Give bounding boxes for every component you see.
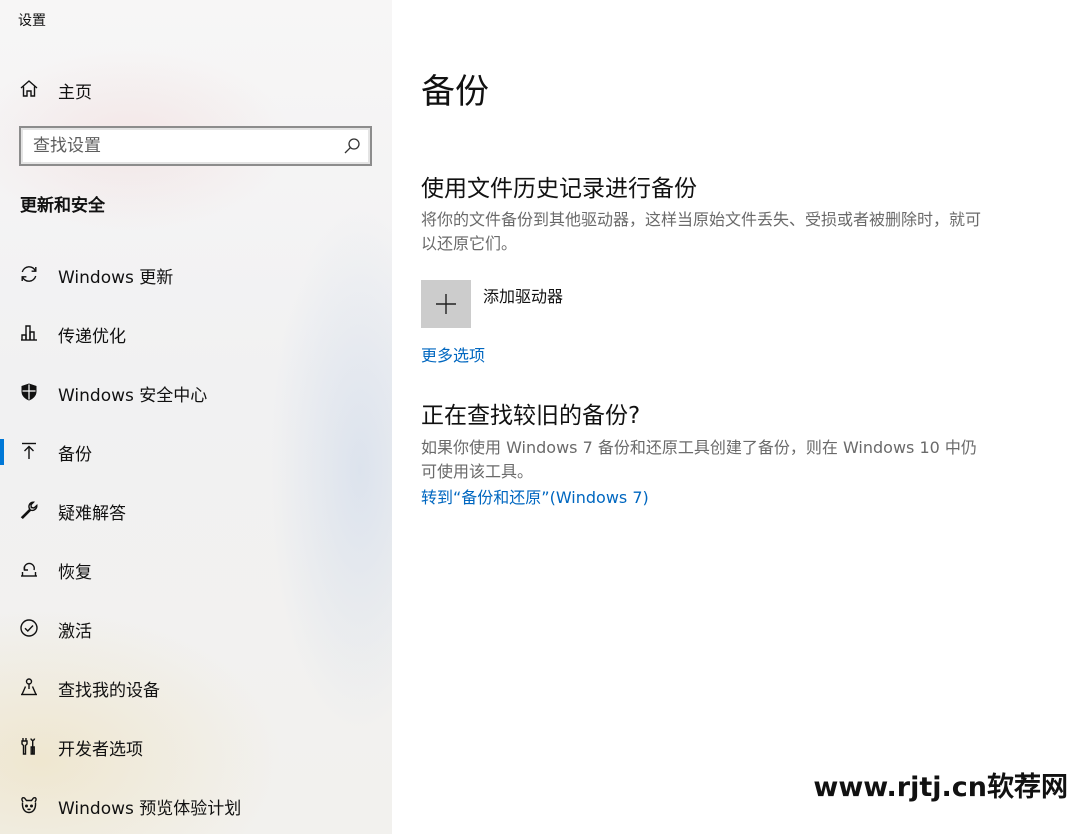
- older-backup-description: 如果你使用 Windows 7 备份和还原工具创建了备份，则在 Windows …: [421, 438, 977, 481]
- sidebar-item-label: 查找我的设备: [58, 681, 160, 701]
- sidebar-item-label: 开发者选项: [58, 740, 143, 760]
- app-title: 设置: [18, 13, 46, 29]
- sidebar-item-label: 恢复: [58, 563, 92, 583]
- sidebar-item-windows-insider[interactable]: Windows 预览体验计划: [0, 776, 392, 834]
- insider-icon: [21, 797, 37, 814]
- shield-icon: [21, 383, 37, 401]
- plus-icon: [436, 294, 456, 314]
- older-backup-heading: 正在查找较旧的备份?: [421, 403, 641, 429]
- search-input[interactable]: [33, 134, 333, 158]
- backup-arrow-icon: [22, 442, 36, 459]
- backup-restore-link[interactable]: 转到“备份和还原”(Windows 7): [421, 484, 649, 508]
- sidebar-item-label: Windows 更新: [58, 268, 174, 288]
- sidebar-item-windows-update[interactable]: Windows 更新: [0, 245, 392, 304]
- sidebar-item-label: Windows 预览体验计划: [58, 799, 242, 819]
- site-watermark: www.rjtj.cn软荐网: [809, 763, 1072, 806]
- search-icon[interactable]: [343, 137, 361, 155]
- add-drive-tile[interactable]: [421, 280, 471, 328]
- sidebar-item-troubleshoot[interactable]: 疑难解答: [0, 481, 392, 540]
- sidebar-item-home[interactable]: 主页: [0, 70, 392, 108]
- sidebar-item-windows-security[interactable]: Windows 安全中心: [0, 363, 392, 422]
- developer-tools-icon: [21, 738, 36, 755]
- sidebar-item-label: 主页: [58, 83, 92, 103]
- sidebar-item-label: 传递优化: [58, 327, 126, 347]
- sidebar-item-backup[interactable]: 备份: [0, 422, 392, 481]
- sync-icon: [21, 266, 37, 282]
- sidebar-item-delivery-optimization[interactable]: 传递优化: [0, 304, 392, 363]
- delivery-optimization-icon: [21, 325, 37, 341]
- sidebar-item-activation[interactable]: 激活: [0, 599, 392, 658]
- sidebar-item-label: 疑难解答: [58, 504, 126, 524]
- main-content: 备份 使用文件历史记录进行备份 将你的文件备份到其他驱动器，这样当原始文件丢失、…: [392, 0, 1080, 834]
- section-title: 更新和安全: [20, 196, 105, 216]
- check-circle-icon: [20, 619, 38, 637]
- sidebar-nav: Windows 更新 传递优化 Windows 安全中心 备份 疑难解答 恢复 …: [0, 245, 392, 834]
- more-options-link[interactable]: 更多选项: [421, 342, 485, 366]
- recovery-icon: [21, 562, 37, 577]
- sidebar-item-find-my-device[interactable]: 查找我的设备: [0, 658, 392, 717]
- file-history-heading: 使用文件历史记录进行备份: [421, 176, 697, 202]
- wrench-icon: [20, 501, 38, 519]
- find-device-icon: [21, 678, 37, 696]
- file-history-description: 将你的文件备份到其他驱动器，这样当原始文件丢失、受损或者被删除时，就可以还原它们…: [421, 210, 982, 253]
- sidebar-item-label: Windows 安全中心: [58, 386, 208, 406]
- sidebar: 设置 主页 更新和安全 Windows 更新 传递优化: [0, 0, 392, 834]
- search-box[interactable]: [19, 126, 372, 166]
- add-drive-label: 添加驱动器: [483, 287, 564, 306]
- page-title: 备份: [421, 72, 489, 112]
- sidebar-item-recovery[interactable]: 恢复: [0, 540, 392, 599]
- sidebar-item-developer-options[interactable]: 开发者选项: [0, 717, 392, 776]
- home-icon: [20, 80, 38, 97]
- sidebar-item-label: 激活: [58, 622, 92, 642]
- sidebar-item-label: 备份: [58, 445, 92, 465]
